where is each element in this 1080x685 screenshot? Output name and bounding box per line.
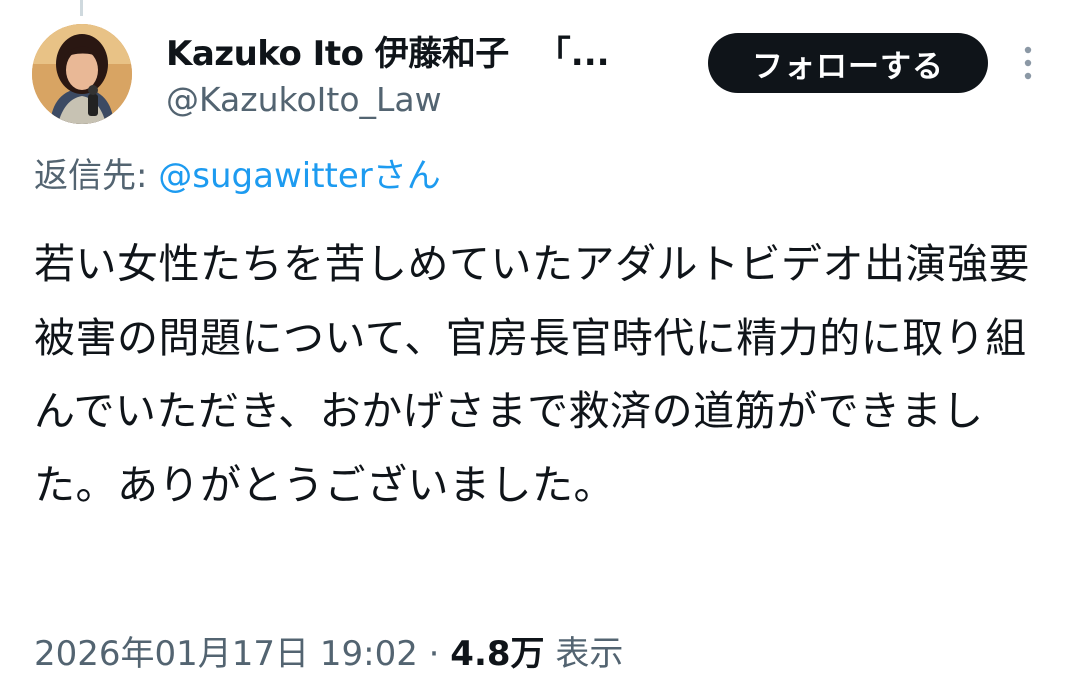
tweet-timestamp[interactable]: 2026年01月17日 19:02 <box>34 634 418 674</box>
author-name-row[interactable]: Kazuko Ito 伊藤和子 「... <box>166 22 686 78</box>
author-name-suffix: 「... <box>536 33 610 74</box>
meta-separator: · <box>417 634 451 674</box>
follow-button[interactable]: フォローする <box>708 33 988 93</box>
views-count: 4.8万 <box>450 634 545 674</box>
tweet-text: 若い女性たちを苦しめていたアダルトビデオ出演強要被害の問題について、官房長官時代… <box>34 240 1030 509</box>
more-vertical-icon[interactable] <box>1016 44 1040 84</box>
author-handle[interactable]: @KazukoIto_Law <box>166 80 686 119</box>
reply-to-line: 返信先: @sugawitterさん <box>34 148 441 197</box>
reply-to-handle-link[interactable]: @sugawitterさん <box>158 156 441 196</box>
reply-to-prefix: 返信先: <box>34 156 159 196</box>
avatar-photo <box>32 24 132 124</box>
views-label: 表示 <box>544 634 624 674</box>
tweet-meta: 2026年01月17日 19:02 · 4.8万 表示 <box>34 626 623 675</box>
author-display-name[interactable]: Kazuko Ito 伊藤和子 <box>166 26 509 75</box>
tweet-header: Kazuko Ito 伊藤和子 「... @KazukoIto_Law <box>166 22 686 120</box>
thread-connector-line <box>80 0 83 16</box>
avatar[interactable] <box>32 24 132 124</box>
